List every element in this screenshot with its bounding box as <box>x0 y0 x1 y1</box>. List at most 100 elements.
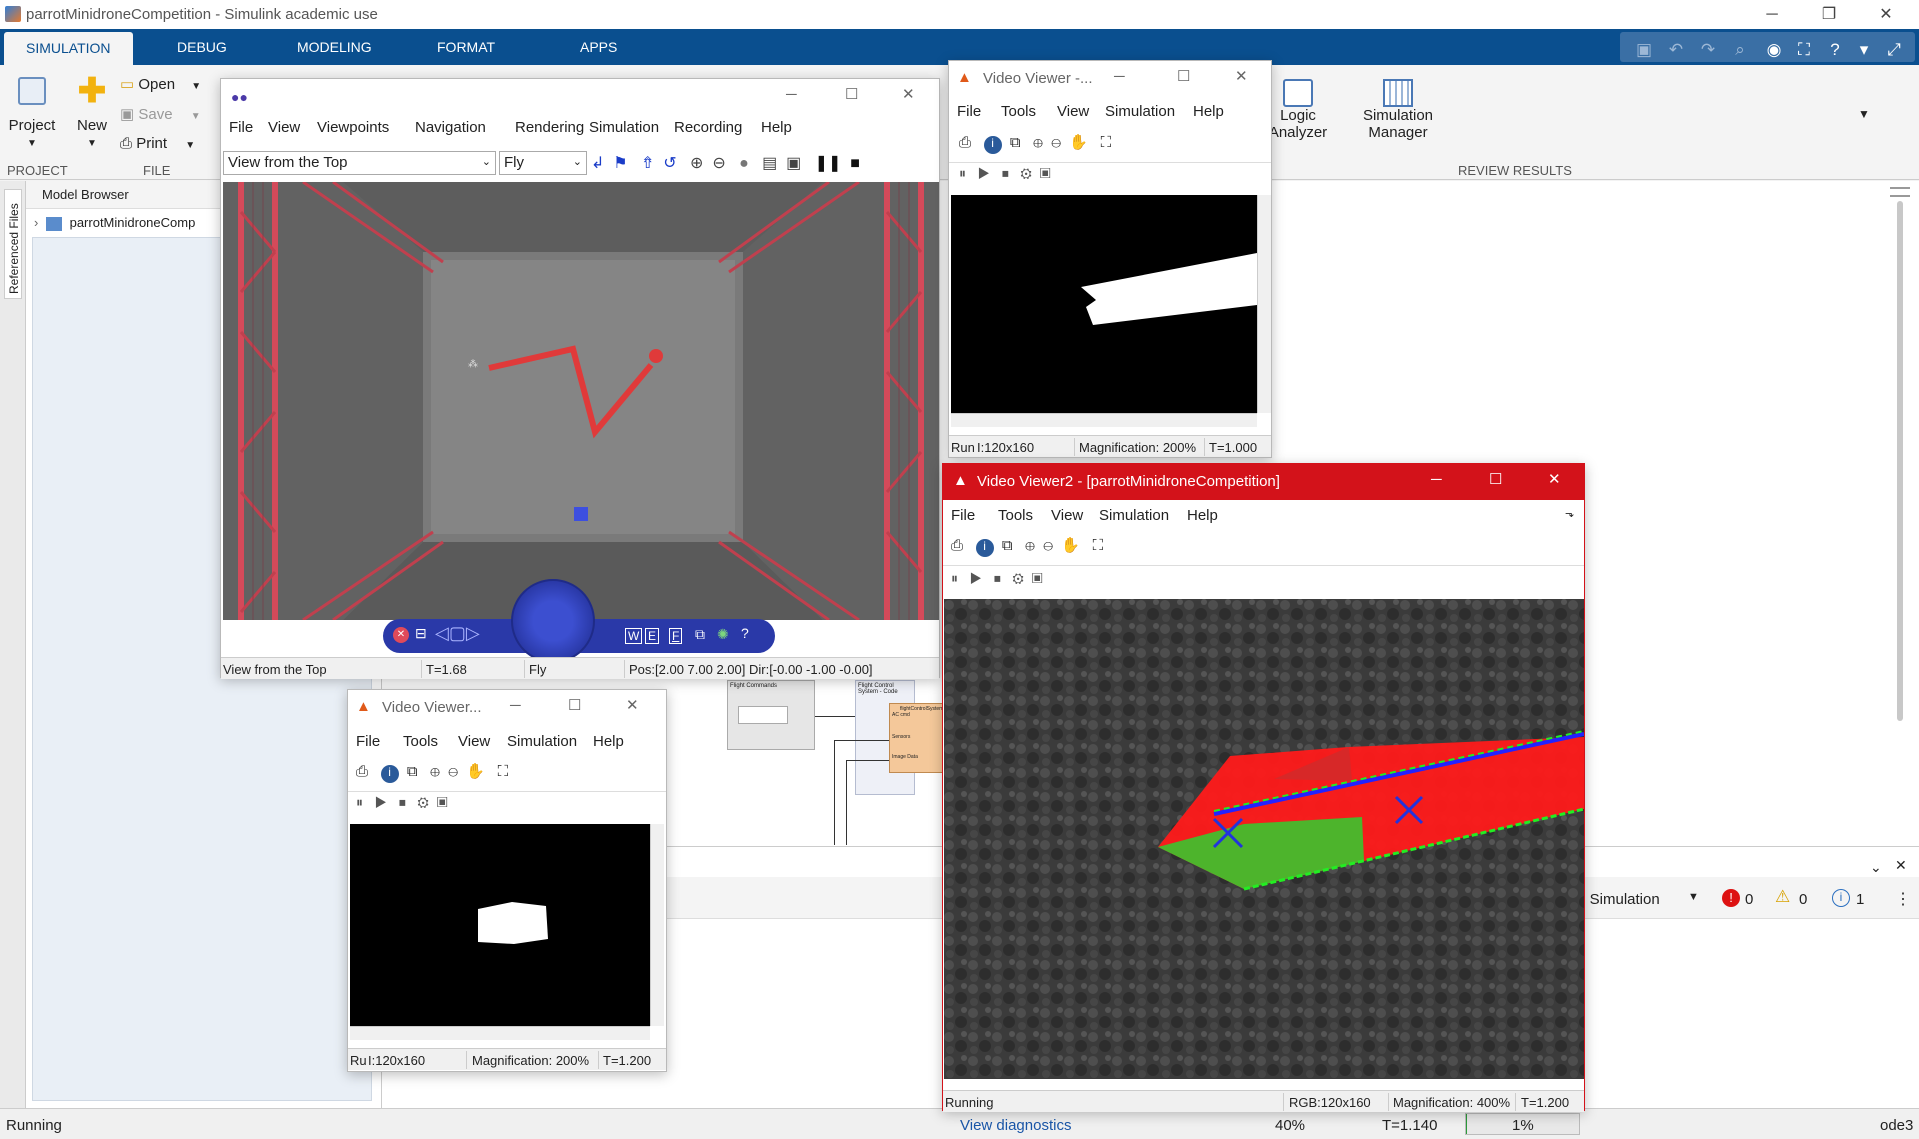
referenced-files-tab[interactable]: Referenced Files <box>4 189 22 299</box>
menu-view[interactable]: View <box>1051 507 1083 524</box>
open-button[interactable]: ▭ Open ▼ <box>120 75 201 93</box>
stop-icon[interactable]: ⏹ <box>1002 165 1009 181</box>
pan-icon[interactable]: ✋ <box>1061 537 1080 554</box>
tab-debug[interactable]: DEBUG <box>155 29 249 65</box>
canvas-scrollbar[interactable] <box>1897 201 1903 721</box>
print-icon[interactable]: ⎙ <box>959 134 971 151</box>
expand-icon[interactable]: ⤢ <box>1882 38 1906 62</box>
project-button[interactable]: Project ▼ <box>6 77 58 149</box>
document-icon[interactable]: ▤ <box>762 155 777 172</box>
menu-view[interactable]: View <box>458 733 490 750</box>
viewpoint-select[interactable]: View from the Top ⌄ <box>223 151 496 175</box>
menu-tools[interactable]: Tools <box>1001 103 1036 120</box>
nav-mode-select[interactable]: Fly ⌄ <box>499 151 587 175</box>
record-icon[interactable]: ● <box>739 155 749 172</box>
menu-help[interactable]: Help <box>1187 507 1218 524</box>
zoom-in-icon[interactable]: ⊕ <box>690 155 703 172</box>
zoom-in-icon[interactable]: ⊕ <box>430 763 440 780</box>
search-icon[interactable]: ⌕ <box>1728 38 1752 62</box>
logic-analyzer-button[interactable]: Logic Analyzer <box>1262 79 1334 141</box>
pan-icon[interactable]: ✋ <box>466 763 485 780</box>
nav-w-button[interactable]: W <box>625 628 643 644</box>
camera-icon[interactable]: ▣ <box>786 155 801 172</box>
tab-simulation[interactable]: SIMULATION <box>4 32 133 65</box>
nav-minimize-icon[interactable]: ⊟ <box>415 625 427 642</box>
info-icon[interactable]: i <box>983 136 1002 154</box>
print-button[interactable]: ⎙ Print ▼ <box>120 135 195 152</box>
flag-icon[interactable]: ⚑ <box>613 155 627 172</box>
nav-help-icon[interactable]: ? <box>741 625 749 641</box>
minimize-button[interactable]: ─ <box>510 697 521 714</box>
menu-file[interactable]: File <box>951 507 975 524</box>
menu-viewpoints[interactable]: Viewpoints <box>317 119 389 136</box>
pause-icon[interactable]: ❚❚ <box>815 155 842 172</box>
menu-view[interactable]: View <box>268 119 300 136</box>
menu-help[interactable]: Help <box>593 733 624 750</box>
straighten-icon[interactable]: ⇮ <box>641 155 654 172</box>
info-icon[interactable]: i <box>975 539 994 557</box>
redo-icon[interactable]: ↷ <box>1696 38 1720 62</box>
fit-icon[interactable]: ⛶ <box>498 763 509 780</box>
nav-close-icon[interactable]: ✕ <box>393 627 409 643</box>
menu-rendering[interactable]: Rendering <box>515 119 584 136</box>
close-button[interactable]: ✕ <box>626 696 639 714</box>
zoom-out-icon[interactable]: ⊖ <box>1043 537 1053 554</box>
collapse-icon[interactable]: ◉ <box>1762 38 1786 62</box>
pause-icon[interactable]: ⏸ <box>959 165 966 181</box>
zoom-out-icon[interactable]: ⊖ <box>448 763 458 780</box>
fit-icon[interactable]: ⛶ <box>1101 134 1112 151</box>
nav-window-icon[interactable]: ⧉ <box>695 626 705 643</box>
print-icon[interactable]: ⎙ <box>356 763 368 780</box>
maximize-button[interactable]: ☐ <box>1489 470 1502 488</box>
tab-modeling[interactable]: MODELING <box>275 29 394 65</box>
nav-settings-icon[interactable]: ✺ <box>717 626 729 643</box>
play-icon[interactable]: ▶ <box>375 794 388 810</box>
menu-simulation[interactable]: Simulation <box>507 733 577 750</box>
flight-control-block[interactable]: flightControlSystem AC cmd Sensors Image… <box>889 703 945 773</box>
warning-count[interactable]: 0 <box>1799 891 1807 908</box>
minimize-button[interactable]: ─ <box>1431 471 1442 488</box>
panel-collapse-icon[interactable]: ⌄ <box>1870 859 1882 876</box>
zoom-in-icon[interactable]: ⊕ <box>1033 134 1043 151</box>
error-count[interactable]: 0 <box>1745 891 1753 908</box>
export-icon[interactable]: ⧉ <box>1002 537 1013 554</box>
vv3-image[interactable] <box>350 824 650 1026</box>
menu-navigation[interactable]: Navigation <box>415 119 486 136</box>
save-button[interactable]: ▣ Save ▼ <box>120 105 201 123</box>
maximize-button[interactable]: ☐ <box>1177 67 1190 85</box>
rotate-icon[interactable]: ↺ <box>663 155 676 172</box>
ribbon-chevron-icon[interactable]: ▼ <box>1858 107 1870 121</box>
help-icon[interactable]: ? <box>1823 38 1847 62</box>
nav-wheel[interactable] <box>511 579 595 663</box>
minimize-button[interactable]: ─ <box>786 86 797 103</box>
vv1-hscroll[interactable] <box>951 413 1257 427</box>
nav-e-button[interactable]: E <box>645 628 660 644</box>
menu-file[interactable]: File <box>957 103 981 120</box>
pause-icon[interactable]: ⏸ <box>356 794 363 810</box>
vr-nav-panel[interactable]: ✕ ⊟ ◁▢▷ W E F ⧉ ✺ ? <box>383 579 775 663</box>
menu-tools[interactable]: Tools <box>998 507 1033 524</box>
snapshot-icon[interactable]: ▣ <box>1032 570 1043 586</box>
step-icon[interactable]: ⚙ <box>1013 570 1024 586</box>
menu-view[interactable]: View <box>1057 103 1089 120</box>
return-icon[interactable]: ↲ <box>591 155 604 172</box>
step-icon[interactable]: ⚙ <box>1021 165 1032 181</box>
diagnostic-filter[interactable]: l: Simulation <box>1578 891 1660 908</box>
close-button[interactable]: ✕ <box>902 85 915 103</box>
close-button[interactable]: ✕ <box>1863 0 1909 29</box>
canvas-menu-icon[interactable] <box>1890 187 1910 197</box>
snapshot-icon[interactable]: ▣ <box>1040 165 1051 181</box>
more-options-icon[interactable]: ⋮ <box>1895 889 1911 909</box>
menu-file[interactable]: File <box>356 733 380 750</box>
new-button[interactable]: ✚ New ▼ <box>70 74 114 149</box>
undo-icon[interactable]: ↶ <box>1664 38 1688 62</box>
menu-file[interactable]: File <box>229 119 253 136</box>
export-icon[interactable]: ⧉ <box>407 763 418 780</box>
nav-arrows-icon[interactable]: ◁▢▷ <box>435 623 480 644</box>
chevron-down-icon[interactable]: ▼ <box>1688 891 1699 903</box>
nav-f-button[interactable]: F <box>669 628 683 644</box>
menu-recording[interactable]: Recording <box>674 119 742 136</box>
pan-icon[interactable]: ✋ <box>1069 134 1088 151</box>
vr-scene[interactable]: ⁂ <box>223 182 939 620</box>
save-icon[interactable]: ▣ <box>1632 38 1656 62</box>
